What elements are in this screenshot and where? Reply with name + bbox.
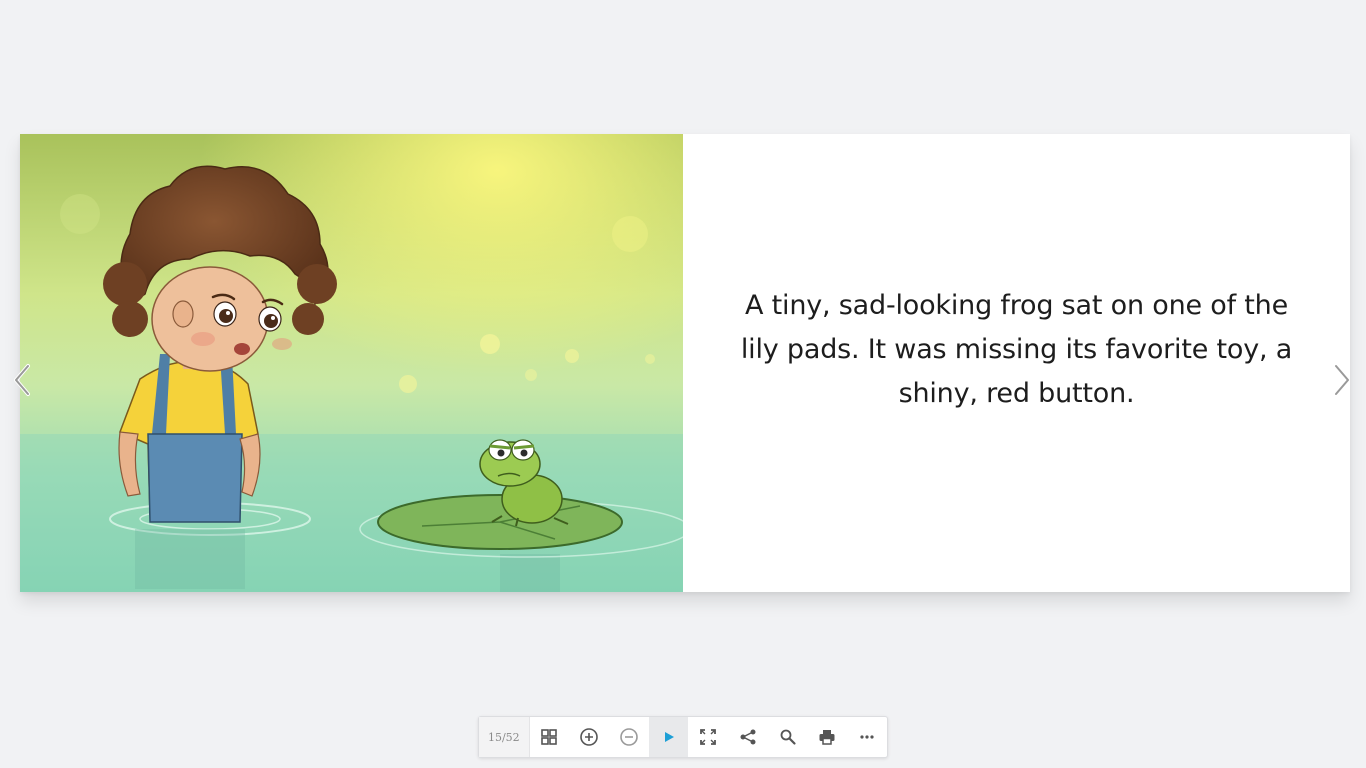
grid-icon	[541, 729, 558, 745]
fullscreen-button[interactable]	[688, 717, 728, 757]
search-button[interactable]	[768, 717, 808, 757]
plus-circle-icon	[580, 728, 598, 746]
illustration-page	[20, 134, 683, 592]
previous-page-button[interactable]	[8, 360, 36, 400]
thumbnails-button[interactable]	[530, 717, 570, 757]
printer-icon	[819, 730, 835, 745]
autoplay-button[interactable]	[648, 717, 689, 757]
play-icon	[664, 732, 674, 742]
zoom-in-button[interactable]	[569, 717, 609, 757]
flipbook-viewer: A tiny, sad-looking frog sat on one of t…	[0, 0, 1366, 768]
print-button[interactable]	[808, 717, 848, 757]
story-text: A tiny, sad-looking frog sat on one of t…	[740, 290, 1293, 409]
book-spread: A tiny, sad-looking frog sat on one of t…	[20, 134, 1350, 592]
fullscreen-icon	[700, 729, 717, 745]
more-dots-icon	[860, 735, 874, 739]
minus-circle-icon	[620, 728, 638, 746]
more-options-button[interactable]	[847, 717, 887, 757]
chevron-left-icon	[14, 364, 30, 396]
next-page-button[interactable]	[1328, 360, 1356, 400]
page-counter: 15/52	[479, 717, 530, 757]
viewer-toolbar: 15/52	[478, 716, 888, 758]
share-button[interactable]	[728, 717, 768, 757]
story-illustration	[20, 134, 683, 592]
text-page: A tiny, sad-looking frog sat on one of t…	[683, 134, 1350, 592]
chevron-right-icon	[1334, 364, 1350, 396]
share-icon	[740, 729, 756, 745]
zoom-out-button[interactable]	[609, 717, 649, 757]
search-icon	[780, 729, 796, 745]
